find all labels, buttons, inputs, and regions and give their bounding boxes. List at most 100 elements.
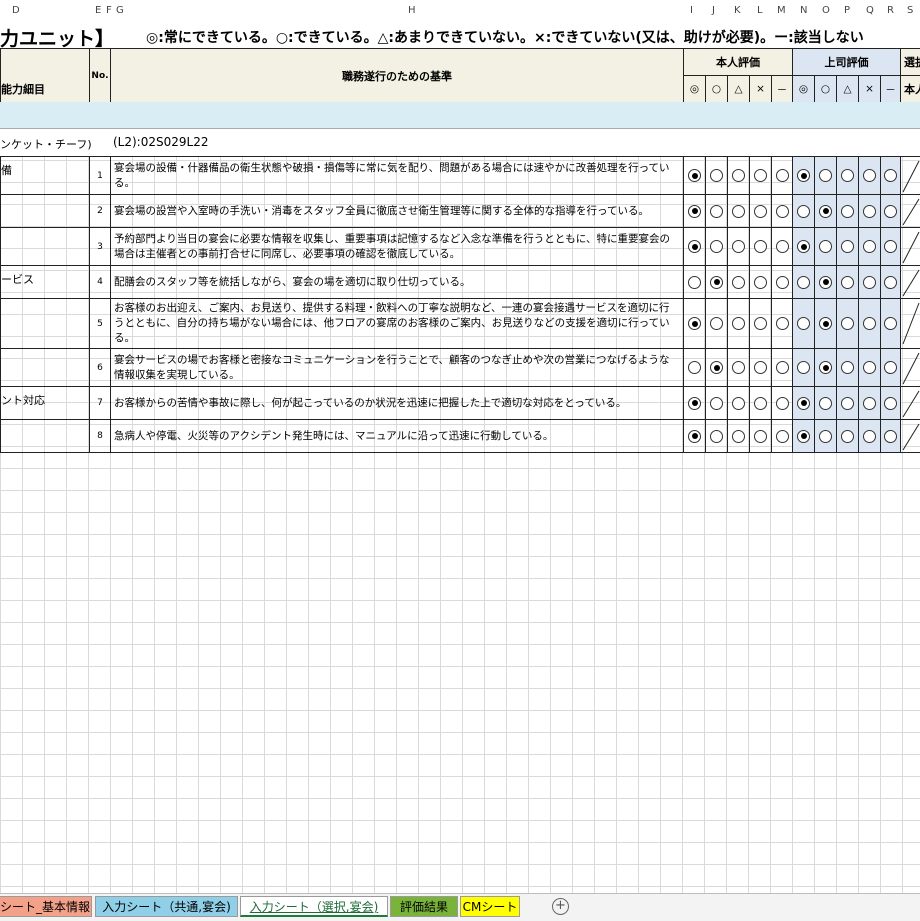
radio-button[interactable]	[710, 205, 723, 218]
self-eval-option-5[interactable]	[772, 299, 793, 349]
boss-eval-option-5[interactable]	[881, 387, 901, 420]
radio-button[interactable]	[797, 240, 810, 253]
radio-button[interactable]	[710, 240, 723, 253]
radio-button[interactable]	[797, 276, 810, 289]
radio-button[interactable]	[688, 430, 701, 443]
boss-eval-option-4[interactable]	[859, 266, 881, 299]
self-eval-option-3[interactable]	[728, 228, 750, 266]
boss-eval-option-2[interactable]	[815, 266, 837, 299]
boss-eval-option-3[interactable]	[837, 387, 859, 420]
radio-button[interactable]	[732, 240, 745, 253]
radio-button[interactable]	[884, 169, 897, 182]
radio-button[interactable]	[819, 276, 832, 289]
boss-eval-option-2[interactable]	[815, 299, 837, 349]
radio-button[interactable]	[776, 361, 789, 374]
self-eval-option-4[interactable]	[750, 266, 772, 299]
boss-eval-option-5[interactable]	[881, 157, 901, 195]
self-eval-option-2[interactable]	[706, 349, 728, 387]
self-eval-option-2[interactable]	[706, 228, 728, 266]
radio-button[interactable]	[819, 317, 832, 330]
self-eval-option-2[interactable]	[706, 299, 728, 349]
radio-button[interactable]	[688, 317, 701, 330]
radio-button[interactable]	[863, 276, 876, 289]
self-eval-option-2[interactable]	[706, 387, 728, 420]
radio-button[interactable]	[776, 317, 789, 330]
column-header-j[interactable]: J	[712, 5, 715, 16]
radio-button[interactable]	[841, 361, 854, 374]
boss-eval-option-3[interactable]	[837, 157, 859, 195]
boss-eval-option-2[interactable]	[815, 420, 837, 453]
self-eval-option-1[interactable]	[684, 299, 706, 349]
boss-eval-option-3[interactable]	[837, 299, 859, 349]
selection-cell[interactable]	[901, 195, 920, 228]
self-eval-option-4[interactable]	[750, 228, 772, 266]
radio-button[interactable]	[688, 361, 701, 374]
selection-cell[interactable]	[901, 228, 920, 266]
column-header-s[interactable]: S	[907, 5, 913, 16]
radio-button[interactable]	[819, 397, 832, 410]
boss-eval-option-2[interactable]	[815, 228, 837, 266]
boss-eval-option-2[interactable]	[815, 387, 837, 420]
column-header-n[interactable]: N	[800, 5, 807, 16]
self-eval-option-1[interactable]	[684, 349, 706, 387]
spreadsheet-grid[interactable]: D E F G H I J K L M N O P Q R S 力ユニット】 ◎…	[0, 0, 920, 893]
radio-button[interactable]	[776, 240, 789, 253]
boss-eval-option-5[interactable]	[881, 420, 901, 453]
boss-eval-option-3[interactable]	[837, 195, 859, 228]
radio-button[interactable]	[863, 397, 876, 410]
radio-button[interactable]	[884, 430, 897, 443]
column-header-k[interactable]: K	[734, 5, 741, 16]
radio-button[interactable]	[863, 317, 876, 330]
radio-button[interactable]	[884, 361, 897, 374]
boss-eval-option-2[interactable]	[815, 195, 837, 228]
self-eval-option-1[interactable]	[684, 195, 706, 228]
radio-button[interactable]	[863, 169, 876, 182]
self-eval-option-4[interactable]	[750, 349, 772, 387]
self-eval-option-5[interactable]	[772, 157, 793, 195]
self-eval-option-4[interactable]	[750, 195, 772, 228]
column-header-p[interactable]: P	[844, 5, 850, 16]
boss-eval-option-4[interactable]	[859, 195, 881, 228]
boss-eval-option-4[interactable]	[859, 299, 881, 349]
self-eval-option-1[interactable]	[684, 266, 706, 299]
radio-button[interactable]	[710, 276, 723, 289]
self-eval-option-3[interactable]	[728, 387, 750, 420]
boss-eval-option-1[interactable]	[793, 299, 815, 349]
radio-button[interactable]	[797, 361, 810, 374]
selection-cell[interactable]	[901, 349, 920, 387]
self-eval-option-4[interactable]	[750, 420, 772, 453]
column-header-i[interactable]: I	[690, 5, 693, 16]
boss-eval-option-2[interactable]	[815, 157, 837, 195]
radio-button[interactable]	[841, 205, 854, 218]
radio-button[interactable]	[797, 397, 810, 410]
radio-button[interactable]	[841, 276, 854, 289]
radio-button[interactable]	[776, 397, 789, 410]
boss-eval-option-1[interactable]	[793, 349, 815, 387]
boss-eval-option-5[interactable]	[881, 228, 901, 266]
radio-button[interactable]	[819, 240, 832, 253]
radio-button[interactable]	[732, 361, 745, 374]
self-eval-option-2[interactable]	[706, 266, 728, 299]
column-header-l[interactable]: L	[757, 5, 763, 16]
radio-button[interactable]	[841, 317, 854, 330]
radio-button[interactable]	[841, 240, 854, 253]
tab-input-common[interactable]: 入力シート（共通,宴会)	[95, 896, 238, 917]
radio-button[interactable]	[884, 397, 897, 410]
boss-eval-option-1[interactable]	[793, 387, 815, 420]
radio-button[interactable]	[688, 205, 701, 218]
boss-eval-option-4[interactable]	[859, 349, 881, 387]
radio-button[interactable]	[841, 169, 854, 182]
selection-cell[interactable]	[901, 266, 920, 299]
boss-eval-option-4[interactable]	[859, 387, 881, 420]
radio-button[interactable]	[732, 397, 745, 410]
tab-basic-info[interactable]: シート_基本情報	[0, 896, 92, 917]
radio-button[interactable]	[732, 169, 745, 182]
boss-eval-option-3[interactable]	[837, 266, 859, 299]
boss-eval-option-4[interactable]	[859, 157, 881, 195]
boss-eval-option-5[interactable]	[881, 195, 901, 228]
boss-eval-option-4[interactable]	[859, 228, 881, 266]
radio-button[interactable]	[863, 205, 876, 218]
boss-eval-option-5[interactable]	[881, 349, 901, 387]
self-eval-option-5[interactable]	[772, 387, 793, 420]
selection-cell[interactable]	[901, 420, 920, 453]
